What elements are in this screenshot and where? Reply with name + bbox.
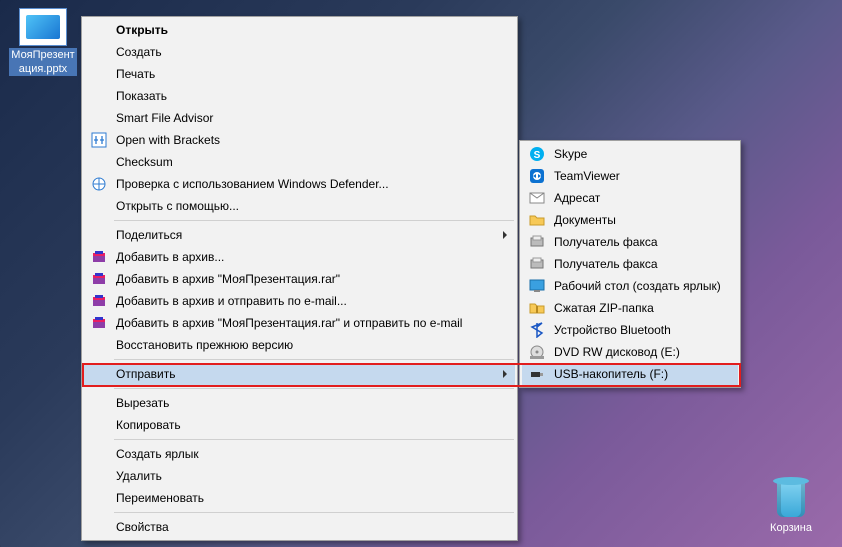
menu-shortcut-label: Создать ярлык: [116, 447, 199, 461]
menu-show-label: Показать: [116, 89, 167, 103]
folder-icon: [528, 211, 546, 229]
menu-openwith-label: Открыть с помощью...: [116, 199, 239, 213]
submenu-zip[interactable]: Сжатая ZIP-папка: [522, 297, 738, 319]
menu-cut-label: Вырезать: [116, 396, 169, 410]
menu-print[interactable]: Печать: [84, 63, 515, 85]
brackets-icon: [90, 131, 108, 149]
submenu-teamviewer[interactable]: TeamViewer: [522, 165, 738, 187]
dvd-drive-icon: [528, 343, 546, 361]
menu-add-archive-rar-email-label: Добавить в архив "МояПрезентация.rar" и …: [116, 316, 462, 330]
svg-text:S: S: [534, 150, 541, 161]
menu-restore-label: Восстановить прежнюю версию: [116, 338, 293, 352]
menu-add-archive-rar-label: Добавить в архив "МояПрезентация.rar": [116, 272, 340, 286]
submenu-recipient[interactable]: Адресат: [522, 187, 738, 209]
menu-checksum[interactable]: Checksum: [84, 151, 515, 173]
menu-brackets-label: Open with Brackets: [116, 133, 220, 147]
menu-rename-label: Переименовать: [116, 491, 204, 505]
submenu-dvd-label: DVD RW дисковод (E:): [554, 345, 680, 359]
menu-separator: [114, 388, 514, 389]
submenu-bluetooth-label: Устройство Bluetooth: [554, 323, 671, 337]
menu-separator: [114, 359, 514, 360]
winrar-icon: [90, 248, 108, 266]
context-menu: Открыть Создать Печать Показать Smart Fi…: [81, 16, 518, 541]
menu-defender-label: Проверка с использованием Windows Defend…: [116, 177, 389, 191]
winrar-icon: [90, 292, 108, 310]
menu-open-with-brackets[interactable]: Open with Brackets: [84, 129, 515, 151]
menu-properties[interactable]: Свойства: [84, 516, 515, 538]
menu-restore-prev[interactable]: Восстановить прежнюю версию: [84, 334, 515, 356]
menu-add-archive[interactable]: Добавить в архив...: [84, 246, 515, 268]
winrar-icon: [90, 270, 108, 288]
fax-icon: [528, 255, 546, 273]
submenu-usb-label: USB-накопитель (F:): [554, 367, 668, 381]
menu-copy-label: Копировать: [116, 418, 181, 432]
submenu-fax-1[interactable]: Получатель факса: [522, 231, 738, 253]
submenu-fax-2[interactable]: Получатель факса: [522, 253, 738, 275]
menu-smart-file-advisor[interactable]: Smart File Advisor: [84, 107, 515, 129]
menu-print-label: Печать: [116, 67, 155, 81]
bluetooth-icon: [528, 321, 546, 339]
pptx-thumbnail-icon: [19, 8, 67, 46]
submenu-desktop-shortcut[interactable]: Рабочий стол (создать ярлык): [522, 275, 738, 297]
skype-icon: S: [528, 145, 546, 163]
submenu-bluetooth[interactable]: Устройство Bluetooth: [522, 319, 738, 341]
submenu-skype[interactable]: S Skype: [522, 143, 738, 165]
recycle-bin[interactable]: Корзина: [754, 473, 828, 535]
menu-copy[interactable]: Копировать: [84, 414, 515, 436]
submenu-documents-label: Документы: [554, 213, 616, 227]
submenu-documents[interactable]: Документы: [522, 209, 738, 231]
menu-send-to[interactable]: Отправить: [84, 363, 515, 385]
menu-delete-label: Удалить: [116, 469, 162, 483]
menu-checksum-label: Checksum: [116, 155, 173, 169]
menu-open-with[interactable]: Открыть с помощью...: [84, 195, 515, 217]
defender-shield-icon: [90, 175, 108, 193]
submenu-dvd[interactable]: DVD RW дисковод (E:): [522, 341, 738, 363]
menu-sendto-label: Отправить: [116, 367, 176, 381]
submenu-usb[interactable]: USB-накопитель (F:): [522, 363, 738, 385]
sendto-submenu: S Skype TeamViewer Адресат Документы Пол…: [519, 140, 741, 388]
menu-sfa-label: Smart File Advisor: [116, 111, 213, 125]
winrar-icon: [90, 314, 108, 332]
menu-properties-label: Свойства: [116, 520, 169, 534]
usb-drive-icon: [528, 365, 546, 383]
menu-rename[interactable]: Переименовать: [84, 487, 515, 509]
mail-icon: [528, 189, 546, 207]
menu-add-archive-email-label: Добавить в архив и отправить по e-mail..…: [116, 294, 347, 308]
menu-add-archive-email[interactable]: Добавить в архив и отправить по e-mail..…: [84, 290, 515, 312]
menu-create-shortcut[interactable]: Создать ярлык: [84, 443, 515, 465]
menu-delete[interactable]: Удалить: [84, 465, 515, 487]
menu-cut[interactable]: Вырезать: [84, 392, 515, 414]
teamviewer-icon: [528, 167, 546, 185]
chevron-right-icon: [503, 231, 507, 239]
menu-add-archive-rar-email[interactable]: Добавить в архив "МояПрезентация.rar" и …: [84, 312, 515, 334]
menu-defender[interactable]: Проверка с использованием Windows Defend…: [84, 173, 515, 195]
chevron-right-icon: [503, 370, 507, 378]
submenu-recipient-label: Адресат: [554, 191, 600, 205]
recycle-bin-label: Корзина: [770, 521, 812, 535]
menu-open[interactable]: Открыть: [84, 19, 515, 41]
submenu-skype-label: Skype: [554, 147, 587, 161]
menu-new[interactable]: Создать: [84, 41, 515, 63]
menu-separator: [114, 512, 514, 513]
desktop-file-label: МояПрезентация.pptx: [9, 48, 76, 76]
menu-new-label: Создать: [116, 45, 162, 59]
submenu-desktop-label: Рабочий стол (создать ярлык): [554, 279, 721, 293]
zip-folder-icon: [528, 299, 546, 317]
submenu-teamviewer-label: TeamViewer: [554, 169, 620, 183]
fax-icon: [528, 233, 546, 251]
submenu-fax2-label: Получатель факса: [554, 257, 658, 271]
menu-share-label: Поделиться: [116, 228, 182, 242]
menu-add-archive-rar[interactable]: Добавить в архив "МояПрезентация.rar": [84, 268, 515, 290]
submenu-fax1-label: Получатель факса: [554, 235, 658, 249]
recycle-bin-icon: [771, 473, 811, 519]
menu-separator: [114, 220, 514, 221]
menu-separator: [114, 439, 514, 440]
desktop-file-icon[interactable]: МояПрезентация.pptx: [6, 8, 80, 76]
menu-show[interactable]: Показать: [84, 85, 515, 107]
menu-share[interactable]: Поделиться: [84, 224, 515, 246]
menu-open-label: Открыть: [116, 23, 168, 37]
menu-add-archive-label: Добавить в архив...: [116, 250, 224, 264]
submenu-zip-label: Сжатая ZIP-папка: [554, 301, 654, 315]
desktop-shortcut-icon: [528, 277, 546, 295]
